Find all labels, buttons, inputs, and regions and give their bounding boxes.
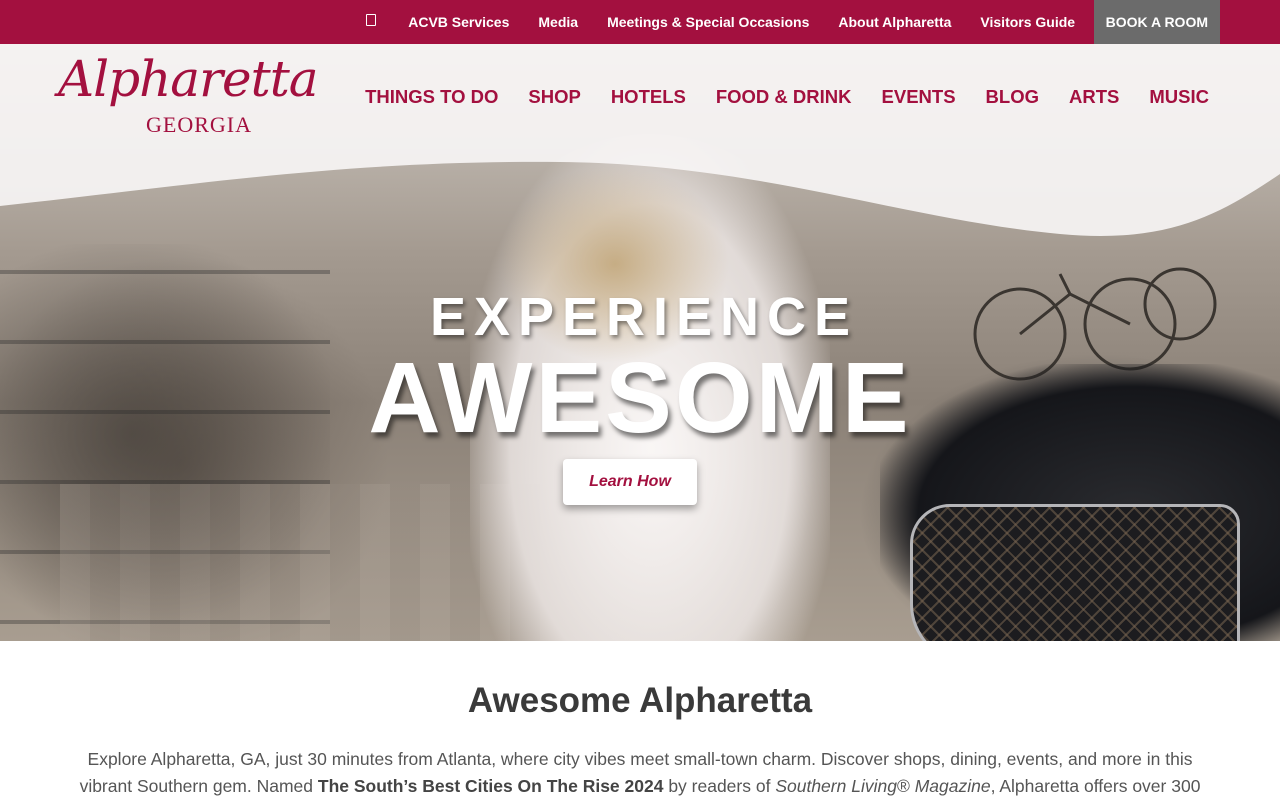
hero-headline-line2: AWESOME bbox=[368, 342, 912, 454]
intro-title: Awesome Alpharetta bbox=[467, 681, 813, 720]
learn-how-button[interactable]: Learn How bbox=[563, 459, 697, 505]
about-alpharetta-link[interactable]: About Alpharetta bbox=[824, 0, 966, 44]
nav-food-drink[interactable]: FOOD & DRINK bbox=[701, 86, 867, 108]
meetings-link[interactable]: Meetings & Special Occasions bbox=[593, 0, 824, 44]
nav-events[interactable]: EVENTS bbox=[867, 86, 971, 108]
nav-blog[interactable]: BLOG bbox=[971, 86, 1054, 108]
nav-arts[interactable]: ARTS bbox=[1054, 86, 1134, 108]
book-a-room-button[interactable]: BOOK A ROOM bbox=[1093, 0, 1220, 44]
main-nav: THINGS TO DO SHOP HOTELS FOOD & DRINK EV… bbox=[350, 86, 1224, 108]
logo-state: GEORGIA bbox=[146, 112, 252, 137]
intro-paragraph: Explore Alpharetta, GA, just 30 minutes … bbox=[60, 746, 1220, 800]
nav-shop[interactable]: SHOP bbox=[513, 86, 595, 108]
intro-text-2: by readers of bbox=[663, 776, 776, 796]
nav-hotels[interactable]: HOTELS bbox=[596, 86, 701, 108]
logo-script: Alpharetta bbox=[58, 50, 319, 108]
utility-bar: ACVB Services Media Meetings & Special O… bbox=[0, 0, 1280, 44]
media-link[interactable]: Media bbox=[524, 0, 593, 44]
intro-text-4: , Alpharetta offers over 300 bbox=[990, 776, 1201, 796]
hero-headline: EXPERIENCE AWESOME bbox=[0, 286, 1280, 448]
nav-things-to-do[interactable]: THINGS TO DO bbox=[350, 86, 513, 108]
visitors-guide-link[interactable]: Visitors Guide bbox=[966, 0, 1090, 44]
hero-headline-line1: EXPERIENCE bbox=[429, 287, 859, 347]
bookmark-icon bbox=[365, 14, 376, 26]
hero-sidewalk bbox=[60, 484, 540, 641]
intro-southern-living: Southern Living bbox=[775, 776, 897, 796]
site-logo[interactable]: Alpharetta GEORGIA bbox=[58, 50, 319, 144]
intro-award: The South’s Best Cities On The Rise 2024 bbox=[317, 776, 664, 796]
intro-magazine: Magazine bbox=[914, 776, 991, 796]
intro-text-3: ® bbox=[896, 776, 915, 796]
acvb-services-link[interactable]: ACVB Services bbox=[394, 0, 524, 44]
nav-music[interactable]: MUSIC bbox=[1134, 86, 1224, 108]
hero-car-grille bbox=[910, 504, 1240, 641]
